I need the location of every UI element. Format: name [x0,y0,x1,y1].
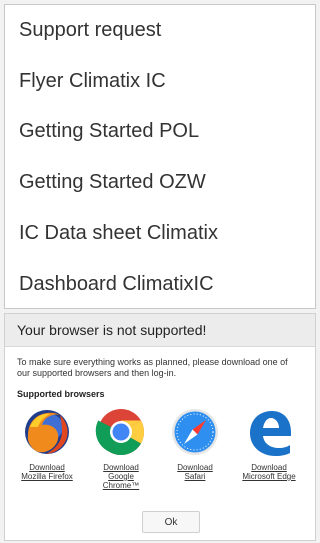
menu-item-ic-data-sheet[interactable]: IC Data sheet Climatix [5,208,315,259]
firefox-icon [25,410,69,454]
unsupported-browser-dialog: Your browser is not supported! To make s… [4,313,316,541]
edge-icon [250,411,291,456]
supported-browsers-heading: Supported browsers [17,389,105,399]
menu-item-flyer-climatix-ic[interactable]: Flyer Climatix IC [5,56,315,107]
chrome-icon [95,409,145,456]
menu-item-getting-started-ozw[interactable]: Getting Started OZW [5,157,315,208]
download-edge-link[interactable]: Download Microsoft Edge [233,405,305,490]
download-safari-label[interactable]: Download Safari [177,463,213,481]
download-safari-link[interactable]: Download Safari [159,405,231,490]
download-edge-label[interactable]: Download Microsoft Edge [242,463,295,481]
ok-button[interactable]: Ok [142,511,200,533]
page: Support request Flyer Climatix IC Gettin… [0,0,320,543]
dialog-message: To make sure everything works as planned… [17,357,288,378]
browser-list: Download Mozilla Firefox Download Google… [11,405,305,490]
dialog-body: To make sure everything works as planned… [5,347,315,490]
download-chrome-label[interactable]: Download Google Chrome™ [103,463,139,490]
menu-item-support-request[interactable]: Support request [5,5,315,56]
download-chrome-link[interactable]: Download Google Chrome™ [85,405,157,490]
menu-item-getting-started-pol[interactable]: Getting Started POL [5,107,315,158]
download-firefox-label[interactable]: Download Mozilla Firefox [21,463,73,481]
safari-icon [172,409,218,455]
menu-item-dashboard-climatixic[interactable]: Dashboard ClimatixIC [5,259,315,310]
download-firefox-link[interactable]: Download Mozilla Firefox [11,405,83,490]
document-menu: Support request Flyer Climatix IC Gettin… [4,4,316,309]
dialog-title: Your browser is not supported! [5,314,315,347]
